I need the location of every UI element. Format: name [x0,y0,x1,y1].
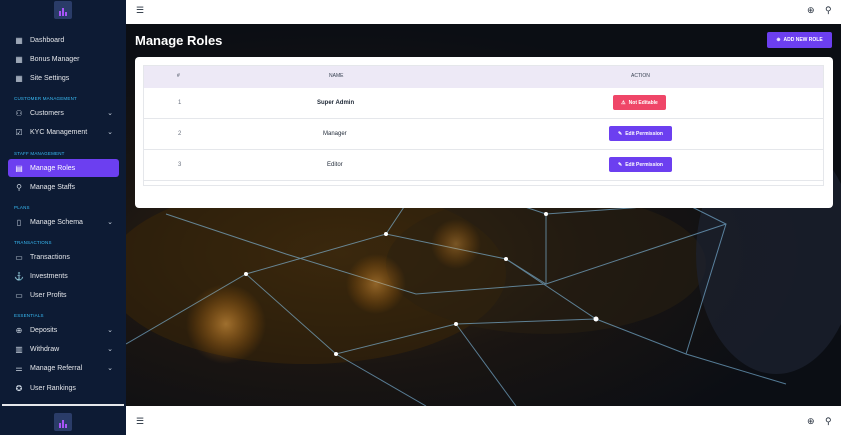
menu-toggle-icon[interactable]: ☰ [136,5,144,16]
grid-icon: ▦ [15,35,23,45]
grid-icon: ▦ [15,73,23,83]
chevron-down-icon: ⌄ [107,365,113,372]
sidebar-item-user-rankings[interactable]: ✪ User Rankings [8,379,119,397]
bottom-bar: ☰ ⊕ ⚲ [126,406,841,435]
check-square-icon: ☑ [15,127,23,137]
sidebar-item-customers[interactable]: ⚇ Customers ⌄ [8,104,119,122]
logo-icon[interactable] [54,1,72,19]
sidebar-item-dashboard[interactable]: ▦ Dashboard [8,31,119,49]
logo-icon[interactable] [54,413,72,431]
sidebar-item-deposits[interactable]: ⊕ Deposits ⌄ [8,321,119,339]
sidebar-item-kyc-management[interactable]: ☑ KYC Management ⌄ [8,123,119,141]
add-new-role-label: ADD NEW ROLE [783,37,823,43]
sidebar-item-manage-schema[interactable]: ▯ Manage Schema ⌄ [8,213,119,231]
globe-icon[interactable]: ⊕ [807,416,815,427]
user-icon[interactable]: ⚲ [825,416,832,427]
sidebar-item-label: Manage Referral [30,364,83,372]
sidebar-item-bonus-manager[interactable]: ▦ Bonus Manager [8,50,119,68]
sidebar-item-label: Manage Staffs [30,183,76,191]
sidebar-item-manage-staffs[interactable]: ⚲ Manage Staffs [8,178,119,196]
users-icon: ⚇ [15,108,23,118]
table-row: 1 Super Admin ⚠ Not Editable [144,88,823,119]
plus-circle-icon: ⊕ [15,325,23,335]
sidebar-item-label: Withdraw [30,345,60,353]
sidebar-item-label: KYC Management [30,128,88,136]
sidebar-item-withdraw[interactable]: ▥ Withdraw ⌄ [8,340,119,358]
section-label-transactions: TRANSACTIONS [14,240,52,245]
table-row: 2 Manager ✎ Edit Permission [144,119,823,150]
plus-circle-icon: ⊕ [776,37,781,43]
sidebar-item-label: Deposits [30,326,58,334]
chevron-down-icon: ⌄ [107,129,113,136]
sidebar: ▦ Dashboard ▦ Bonus Manager ▦ Site Settings… [0,0,126,435]
action-label: Not Editable [628,99,658,106]
row-number: 3 [178,162,182,168]
sidebar-item-label: Bonus Manager [30,55,80,63]
section-label-customer: CUSTOMER MANAGEMENT [14,96,77,101]
top-bar: ☰ ⊕ ⚲ [126,0,841,24]
user-plus-icon: ⚲ [16,182,22,192]
book-icon: ▯ [16,217,22,227]
role-name: Super Admin [317,100,355,106]
sidebar-item-label: Site Settings [30,74,70,82]
roles-card: # NAME ACTION 1 Super Admin ⚠ Not Editabl… [135,57,833,208]
warning-icon: ⚠ [621,99,626,106]
chevron-down-icon: ⌄ [107,346,113,353]
card-icon: ▤ [15,163,23,173]
sidebar-item-label: Transactions [30,253,70,261]
chevron-down-icon: ⌄ [107,327,113,334]
sidebar-divider [2,404,124,406]
sidebar-item-label: User Profits [30,291,67,299]
role-name: Manager [323,131,347,137]
globe-icon[interactable]: ⊕ [807,5,815,16]
sliders-icon: ⚌ [15,363,23,373]
edit-permission-button[interactable]: ✎ Edit Permission [609,157,672,172]
column-header-number: # [177,73,180,79]
chevron-down-icon: ⌄ [107,219,113,226]
grid-icon: ▦ [15,54,23,64]
action-label: Edit Permission [625,161,663,168]
sidebar-item-label: User Rankings [30,384,76,392]
sidebar-item-label: Investments [30,272,68,280]
menu-toggle-icon[interactable]: ☰ [136,416,144,427]
add-new-role-button[interactable]: ⊕ ADD NEW ROLE [767,32,832,48]
row-number: 1 [178,100,182,106]
page-title: Manage Roles [135,33,223,48]
action-label: Edit Permission [625,130,663,137]
sidebar-item-label: Manage Roles [30,164,76,172]
receipt-icon: ▭ [15,252,23,262]
section-label-plans: PLANS [14,205,30,210]
edit-icon: ✎ [618,161,623,168]
row-number: 2 [178,131,182,137]
sidebar-item-label: Customers [30,109,64,117]
award-icon: ✪ [15,383,23,393]
sidebar-item-site-settings[interactable]: ▦ Site Settings [8,69,119,87]
roles-table: # NAME ACTION 1 Super Admin ⚠ Not Editabl… [143,65,824,186]
card-icon: ▭ [15,290,23,300]
user-icon[interactable]: ⚲ [825,5,832,16]
sidebar-item-manage-referral[interactable]: ⚌ Manage Referral ⌄ [8,359,119,377]
sidebar-item-investments[interactable]: ⚓ Investments [8,267,119,285]
sidebar-item-label: Manage Schema [30,218,83,226]
sidebar-item-label: Dashboard [30,36,65,44]
bank-icon: ▥ [15,344,23,354]
anchor-icon: ⚓ [14,271,24,281]
section-label-staff: STAFF MANAGEMENT [14,151,65,156]
edit-icon: ✎ [618,130,623,137]
chevron-down-icon: ⌄ [107,110,113,117]
section-label-essentials: ESSENTIALS [14,313,44,318]
role-name: Editor [327,162,343,168]
not-editable-badge: ⚠ Not Editable [613,95,666,110]
sidebar-item-transactions[interactable]: ▭ Transactions [8,248,119,266]
table-row: 3 Editor ✎ Edit Permission [144,150,823,181]
sidebar-item-user-profits[interactable]: ▭ User Profits [8,286,119,304]
sidebar-item-manage-roles[interactable]: ▤ Manage Roles [8,159,119,177]
column-header-action: ACTION [631,73,650,79]
edit-permission-button[interactable]: ✎ Edit Permission [609,126,672,141]
table-header: # NAME ACTION [144,66,823,88]
column-header-name: NAME [329,73,344,79]
